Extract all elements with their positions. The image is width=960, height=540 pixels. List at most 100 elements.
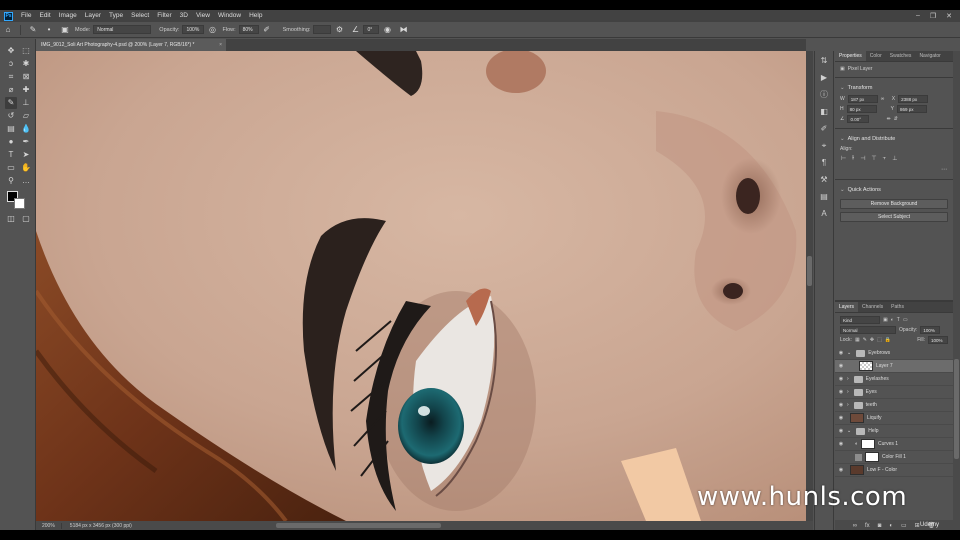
menu-filter[interactable]: Filter xyxy=(153,10,175,22)
dodge-tool-icon[interactable]: ● xyxy=(5,136,17,148)
eye-icon[interactable]: ◉ xyxy=(835,467,847,473)
filter-shape-icon[interactable]: ▭ xyxy=(903,317,908,323)
menu-type[interactable]: Type xyxy=(105,10,127,22)
menu-layer[interactable]: Layer xyxy=(81,10,105,22)
align-left-icon[interactable]: ⊢ xyxy=(841,155,846,162)
actions-icon[interactable]: ▶ xyxy=(815,71,833,85)
chevron-right-icon[interactable]: › xyxy=(847,389,849,395)
lasso-tool-icon[interactable]: ↄ xyxy=(5,58,17,70)
lock-artboard-icon[interactable]: ⬚ xyxy=(877,337,882,343)
menu-file[interactable]: File xyxy=(17,10,35,22)
chevron-right-icon[interactable]: › xyxy=(847,402,849,408)
eye-icon[interactable]: ◉ xyxy=(835,389,847,395)
chevron-down-icon[interactable]: ⌄ xyxy=(847,350,851,356)
layer-row[interactable]: ◉ ⌄ Help xyxy=(835,425,953,438)
tab-color[interactable]: Color xyxy=(866,51,886,61)
angle-field[interactable]: 0.00° xyxy=(847,115,870,123)
new-adjustment-icon[interactable]: ◐ xyxy=(889,523,893,529)
filter-type-icon[interactable]: T xyxy=(897,317,900,323)
brush-panel-icon[interactable]: ✐ xyxy=(815,122,833,136)
width-field[interactable]: 187 px xyxy=(847,95,878,103)
restore-icon[interactable]: ❐ xyxy=(930,12,936,20)
transform-section-title[interactable]: ⌄ Transform xyxy=(835,82,953,94)
background-color-swatch[interactable] xyxy=(14,198,25,209)
tab-layers[interactable]: Layers xyxy=(835,302,859,312)
tool-presets-icon[interactable]: ⚒ xyxy=(815,173,833,187)
layer-row[interactable]: ◉ Low F - Color xyxy=(835,464,953,477)
document-info[interactable]: 5184 px x 3456 px (300 ppi) xyxy=(62,523,140,529)
panel-scrollbar[interactable] xyxy=(953,51,960,530)
menu-window[interactable]: Window xyxy=(214,10,245,22)
angle-field[interactable]: 0° xyxy=(363,25,380,34)
lock-pixels-icon[interactable]: ▦ xyxy=(855,337,860,343)
link-icon[interactable]: ∞ xyxy=(881,96,889,102)
layer-row[interactable]: ◉ › teeth xyxy=(835,399,953,412)
select-subject-button[interactable]: Select Subject xyxy=(840,212,948,222)
eye-icon[interactable]: ◉ xyxy=(835,428,847,434)
marquee-tool-icon[interactable]: ⬚ xyxy=(20,45,32,57)
symmetry-icon[interactable]: ⧓ xyxy=(398,25,408,35)
tab-properties[interactable]: Properties xyxy=(835,51,866,61)
align-center-h-icon[interactable]: ⫲ xyxy=(852,155,854,162)
brush-tool-icon[interactable]: ✎ xyxy=(5,97,17,109)
eye-icon[interactable]: ◉ xyxy=(835,363,847,369)
character-icon[interactable]: A xyxy=(815,207,833,221)
gradient-tool-icon[interactable]: ▤ xyxy=(5,123,17,135)
more-tools-icon[interactable]: … xyxy=(20,175,32,187)
menu-select[interactable]: Select xyxy=(127,10,153,22)
blur-tool-icon[interactable]: 💧 xyxy=(20,123,32,135)
zoom-tool-icon[interactable]: ⚲ xyxy=(5,175,17,187)
paragraph-icon[interactable]: ¶ xyxy=(815,156,833,170)
layer-row[interactable]: ◉ ◐ Curves 1 xyxy=(835,438,953,451)
clone-source-icon[interactable]: ⌖ xyxy=(815,139,833,153)
layer-row[interactable]: ◉ › Eyelashes xyxy=(835,373,953,386)
lock-paint-icon[interactable]: ✎ xyxy=(863,337,867,343)
x-field[interactable]: 2388 px xyxy=(898,95,929,103)
opacity-field[interactable]: 100% xyxy=(182,25,205,34)
kind-filter-select[interactable]: Kind xyxy=(840,316,880,324)
filter-pixel-icon[interactable]: ▣ xyxy=(883,317,888,323)
align-top-icon[interactable]: ⊤ xyxy=(871,155,876,162)
flip-horizontal-icon[interactable]: ⇹ xyxy=(886,116,890,122)
stamp-tool-icon[interactable]: ⊥ xyxy=(20,97,32,109)
chevron-right-icon[interactable]: › xyxy=(847,376,849,382)
fill-field[interactable]: 100% xyxy=(928,336,948,344)
tab-swatches[interactable]: Swatches xyxy=(886,51,916,61)
menu-view[interactable]: View xyxy=(192,10,214,22)
tab-channels[interactable]: Channels xyxy=(858,302,887,312)
quick-select-tool-icon[interactable]: ✱ xyxy=(20,58,32,70)
minimize-icon[interactable]: – xyxy=(916,12,920,20)
height-field[interactable]: 80 px xyxy=(846,105,877,113)
add-mask-icon[interactable]: ◙ xyxy=(878,523,882,529)
brush-size-icon[interactable]: • xyxy=(44,25,54,35)
filter-adjust-icon[interactable]: ◐ xyxy=(891,317,894,323)
crop-tool-icon[interactable]: ⌗ xyxy=(5,71,17,83)
move-tool-icon[interactable]: ✥ xyxy=(5,45,17,57)
close-icon[interactable]: ✕ xyxy=(946,12,952,20)
lock-all-icon[interactable]: 🔒 xyxy=(885,337,891,343)
chevron-down-icon[interactable]: ⌄ xyxy=(847,428,851,434)
remove-background-button[interactable]: Remove Background xyxy=(840,199,948,209)
tab-navigator[interactable]: Navigator xyxy=(915,51,944,61)
layer-opacity-field[interactable]: 100% xyxy=(920,326,941,334)
zoom-level[interactable]: 200% xyxy=(36,523,62,529)
close-tab-icon[interactable]: × xyxy=(219,39,222,51)
canvas[interactable] xyxy=(36,51,806,521)
mode-select[interactable]: Normal xyxy=(93,25,152,34)
adjustments-icon[interactable]: ◧ xyxy=(815,105,833,119)
layer-row[interactable]: ◉ Liquify xyxy=(835,412,953,425)
eye-icon[interactable]: ◉ xyxy=(835,402,847,408)
layer-row[interactable]: ◉ ⌄ Eyebrows xyxy=(835,347,953,360)
align-center-v-icon[interactable]: ⫟ xyxy=(883,155,887,162)
tab-paths[interactable]: Paths xyxy=(887,302,908,312)
link-layers-icon[interactable]: ∞ xyxy=(853,523,857,529)
quick-actions-title[interactable]: ⌄ Quick Actions xyxy=(835,184,953,196)
shape-tool-icon[interactable]: ▭ xyxy=(5,162,17,174)
canvas-horizontal-scrollbar[interactable] xyxy=(276,523,441,528)
more-options-icon[interactable]: ⋯ xyxy=(941,166,947,173)
layer-row[interactable]: ◉ › Eyes xyxy=(835,386,953,399)
healing-tool-icon[interactable]: ✚ xyxy=(20,84,32,96)
align-bottom-icon[interactable]: ⊥ xyxy=(892,155,897,162)
new-layer-icon[interactable]: ⊞ xyxy=(915,522,920,529)
eraser-tool-icon[interactable]: ▱ xyxy=(20,110,32,122)
